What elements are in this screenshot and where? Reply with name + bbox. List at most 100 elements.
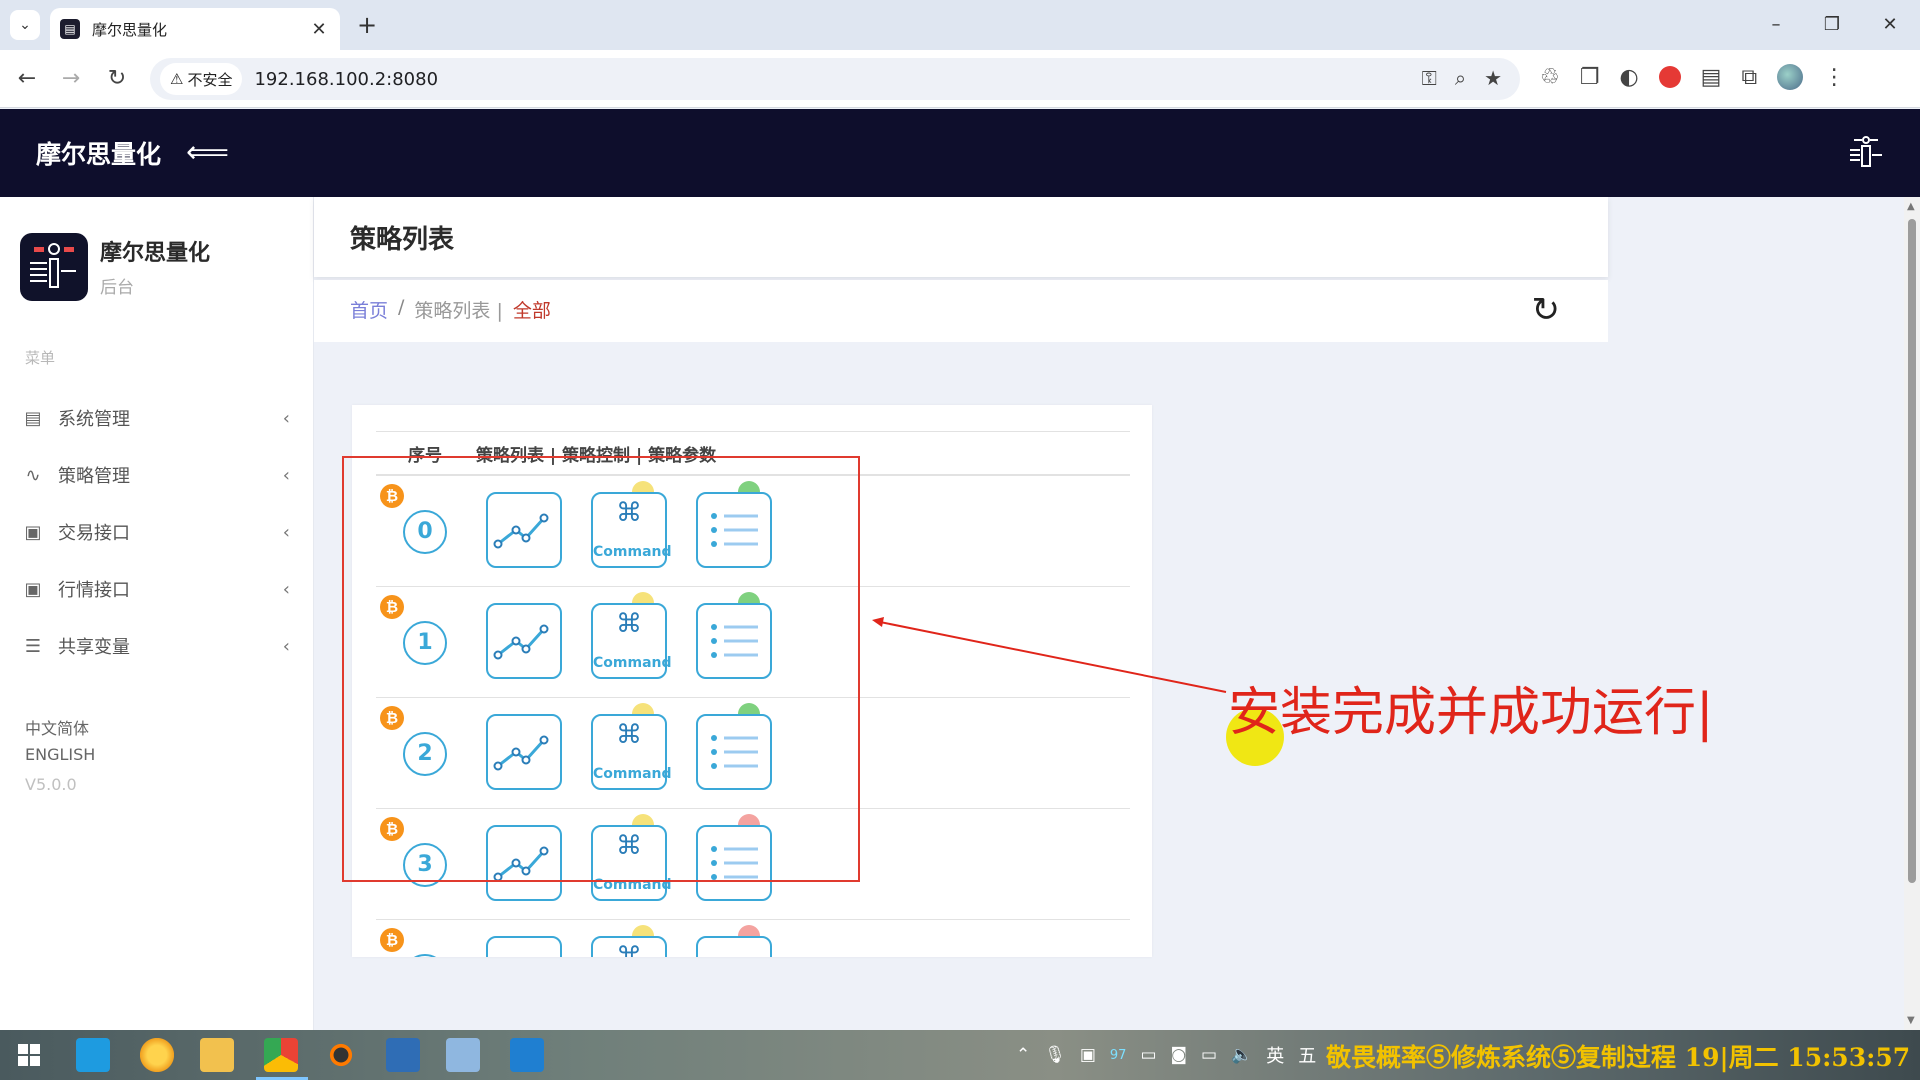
table-row: ₿ 4 ⌘Command xyxy=(376,920,1130,957)
database-icon: ☰ xyxy=(24,635,42,657)
page-title-bar: 策略列表 xyxy=(314,197,1608,277)
sidebar-collapse-icon[interactable]: ⟸ xyxy=(186,135,229,170)
back-icon[interactable]: ← xyxy=(12,64,42,94)
sidebar-brand: 摩尔思量化 xyxy=(100,241,211,266)
scroll-down-icon[interactable]: ▼ xyxy=(1907,1015,1915,1026)
notepad-icon[interactable] xyxy=(446,1038,480,1072)
refresh-icon[interactable]: ↻ xyxy=(1532,290,1561,330)
annotation-highlight-box xyxy=(342,456,860,882)
security-label: 不安全 xyxy=(187,70,233,89)
sidebar-item-label: 系统管理 xyxy=(58,409,130,430)
sidebar-item-market-api[interactable]: ▣ 行情接口 ‹ xyxy=(20,569,300,609)
strategy-chart-button[interactable] xyxy=(486,936,562,957)
ime-mode[interactable]: 五 xyxy=(1298,1042,1316,1068)
record-extension-icon[interactable] xyxy=(1658,66,1681,88)
key-icon[interactable]: ⚿ xyxy=(1422,66,1437,90)
sidebar-item-label: 策略管理 xyxy=(58,466,130,487)
header-brand: 摩尔思量化 xyxy=(36,140,162,169)
tab-title: 摩尔思量化 xyxy=(92,20,168,39)
file-explorer-icon[interactable] xyxy=(200,1038,234,1072)
breadcrumb-home[interactable]: 首页 xyxy=(350,296,388,323)
tray-chevron-icon[interactable]: ⌃ xyxy=(1016,1045,1030,1065)
sidebar: 摩尔思量化 后台 菜单 ▤ 系统管理 ‹ ∿ 策略管理 ‹ ▣ 交易接口 ‹ ▣… xyxy=(0,197,314,1030)
close-window-button[interactable]: ✕ xyxy=(1870,10,1910,40)
bitcoin-icon: ₿ xyxy=(380,928,404,952)
windows-taskbar: ⌃ 🎙 ▣ 97 ▭ ◙ ▭ 🔈 英 五 敬畏概率⑤修炼系统⑤复制过程 19|周… xyxy=(0,1030,1920,1080)
weather-app-icon[interactable] xyxy=(140,1038,174,1072)
more-menu-icon[interactable]: ⋮ xyxy=(1823,65,1845,90)
sidebar-subtitle: 后台 xyxy=(100,278,134,298)
browser-toolbar: ← → ↻ ⚠ 不安全 192.168.100.2:8080 ⚿ ⌕ ★ ♲ ❐… xyxy=(0,50,1920,108)
sidebar-item-system[interactable]: ▤ 系统管理 ‹ xyxy=(20,398,300,438)
input-language[interactable]: 英 xyxy=(1266,1042,1284,1068)
chevron-left-icon: ‹ xyxy=(282,521,290,543)
profile-avatar[interactable] xyxy=(1777,64,1804,90)
line-chart-icon xyxy=(488,938,564,957)
breadcrumb: 首页 / 策略列表 | 全部 xyxy=(350,296,551,323)
browser-tabbar: ⌄ ▤ 摩尔思量化 ✕ + – ❐ ✕ xyxy=(0,0,1920,50)
strategy-params-button[interactable] xyxy=(696,936,772,957)
lang-en-link[interactable]: ENGLISH xyxy=(25,745,95,764)
desktop-app-icon[interactable] xyxy=(76,1038,110,1072)
scroll-thumb[interactable] xyxy=(1908,219,1916,883)
breadcrumb-strategy-list[interactable]: 策略列表 | xyxy=(414,296,502,323)
sidebar-item-label: 共享变量 xyxy=(58,637,130,658)
command-key-icon: ⌘ xyxy=(616,942,642,957)
windows-start-icon[interactable] xyxy=(18,1044,40,1066)
browser-tab[interactable]: ▤ 摩尔思量化 ✕ xyxy=(50,8,340,50)
row-index-badge: 4 xyxy=(403,954,447,957)
building-app-icon[interactable] xyxy=(510,1038,544,1072)
sidebar-item-trade-api[interactable]: ▣ 交易接口 ‹ xyxy=(20,512,300,552)
tab-close-icon[interactable]: ✕ xyxy=(308,19,330,40)
page-title: 策略列表 xyxy=(350,225,455,255)
reload-icon[interactable]: ↻ xyxy=(102,64,132,94)
new-tab-button[interactable]: + xyxy=(352,10,382,40)
sync-app-icon[interactable] xyxy=(324,1038,358,1072)
terminal-icon: ▣ xyxy=(24,521,42,543)
reader-extension-icon[interactable]: ▤ xyxy=(1701,65,1722,90)
forward-icon[interactable]: → xyxy=(56,64,86,94)
c-extension-icon[interactable]: ◐ xyxy=(1619,65,1638,90)
version-label: V5.0.0 xyxy=(25,775,77,794)
chrome-icon[interactable] xyxy=(264,1038,298,1072)
table-top-border xyxy=(376,431,1130,432)
breadcrumb-current: 全部 xyxy=(512,300,551,322)
battery-icon[interactable]: ▭ xyxy=(1140,1045,1156,1065)
url-text[interactable]: 192.168.100.2:8080 xyxy=(254,69,438,90)
lang-zh-link[interactable]: 中文简体 xyxy=(25,715,89,739)
copy-extension-icon[interactable]: ❐ xyxy=(1580,65,1600,90)
list-icon xyxy=(698,938,774,957)
volume-icon[interactable]: 🔈 xyxy=(1231,1045,1252,1065)
sidebar-item-strategy[interactable]: ∿ 策略管理 ‹ xyxy=(20,455,300,495)
sidebar-item-label: 行情接口 xyxy=(58,580,130,601)
bookmark-star-icon[interactable]: ★ xyxy=(1484,66,1502,90)
tray-badge: 97 xyxy=(1109,1047,1127,1063)
calculator-icon[interactable] xyxy=(386,1038,420,1072)
chevron-left-icon: ‹ xyxy=(282,407,290,429)
strategy-control-button[interactable]: ⌘Command xyxy=(591,936,667,957)
zoom-icon[interactable]: ⌕ xyxy=(1455,66,1466,90)
system-tray: ⌃ 🎙 ▣ 97 ▭ ◙ ▭ 🔈 英 五 xyxy=(1016,1042,1316,1068)
chevron-left-icon: ‹ xyxy=(282,635,290,657)
app-header: 摩尔思量化 ⟸ xyxy=(0,109,1920,197)
puzzle-extensions-icon[interactable]: ⧉ xyxy=(1741,65,1757,90)
tab-search-button[interactable]: ⌄ xyxy=(10,10,40,40)
network-app-icon[interactable]: ▣ xyxy=(1080,1045,1096,1065)
security-app-icon[interactable]: ◙ xyxy=(1171,1045,1188,1065)
recycle-extension-icon[interactable]: ♲ xyxy=(1540,65,1560,90)
chevron-left-icon: ‹ xyxy=(282,578,290,600)
scroll-up-icon[interactable]: ▲ xyxy=(1907,201,1915,212)
settings-sliders-icon[interactable] xyxy=(1846,133,1886,173)
sidebar-item-label: 交易接口 xyxy=(58,523,130,544)
sidebar-item-shared-vars[interactable]: ☰ 共享变量 ‹ xyxy=(20,626,300,666)
security-chip[interactable]: ⚠ 不安全 xyxy=(160,63,243,95)
restore-button[interactable]: ❐ xyxy=(1812,10,1852,40)
taskbar-clock: 敬畏概率⑤修炼系统⑤复制过程 19|周二 15:53:57 xyxy=(1326,1043,1911,1072)
warning-icon: ⚠ xyxy=(170,70,184,88)
address-bar[interactable]: ⚠ 不安全 192.168.100.2:8080 ⚿ ⌕ ★ xyxy=(150,58,1520,100)
monitor-icon[interactable]: ▭ xyxy=(1201,1045,1217,1065)
minimize-button[interactable]: – xyxy=(1756,10,1796,40)
microphone-icon[interactable]: 🎙 xyxy=(1044,1045,1066,1065)
line-chart-icon: ∿ xyxy=(25,464,41,486)
page-scrollbar[interactable]: ▲ ▼ xyxy=(1904,197,1920,1030)
